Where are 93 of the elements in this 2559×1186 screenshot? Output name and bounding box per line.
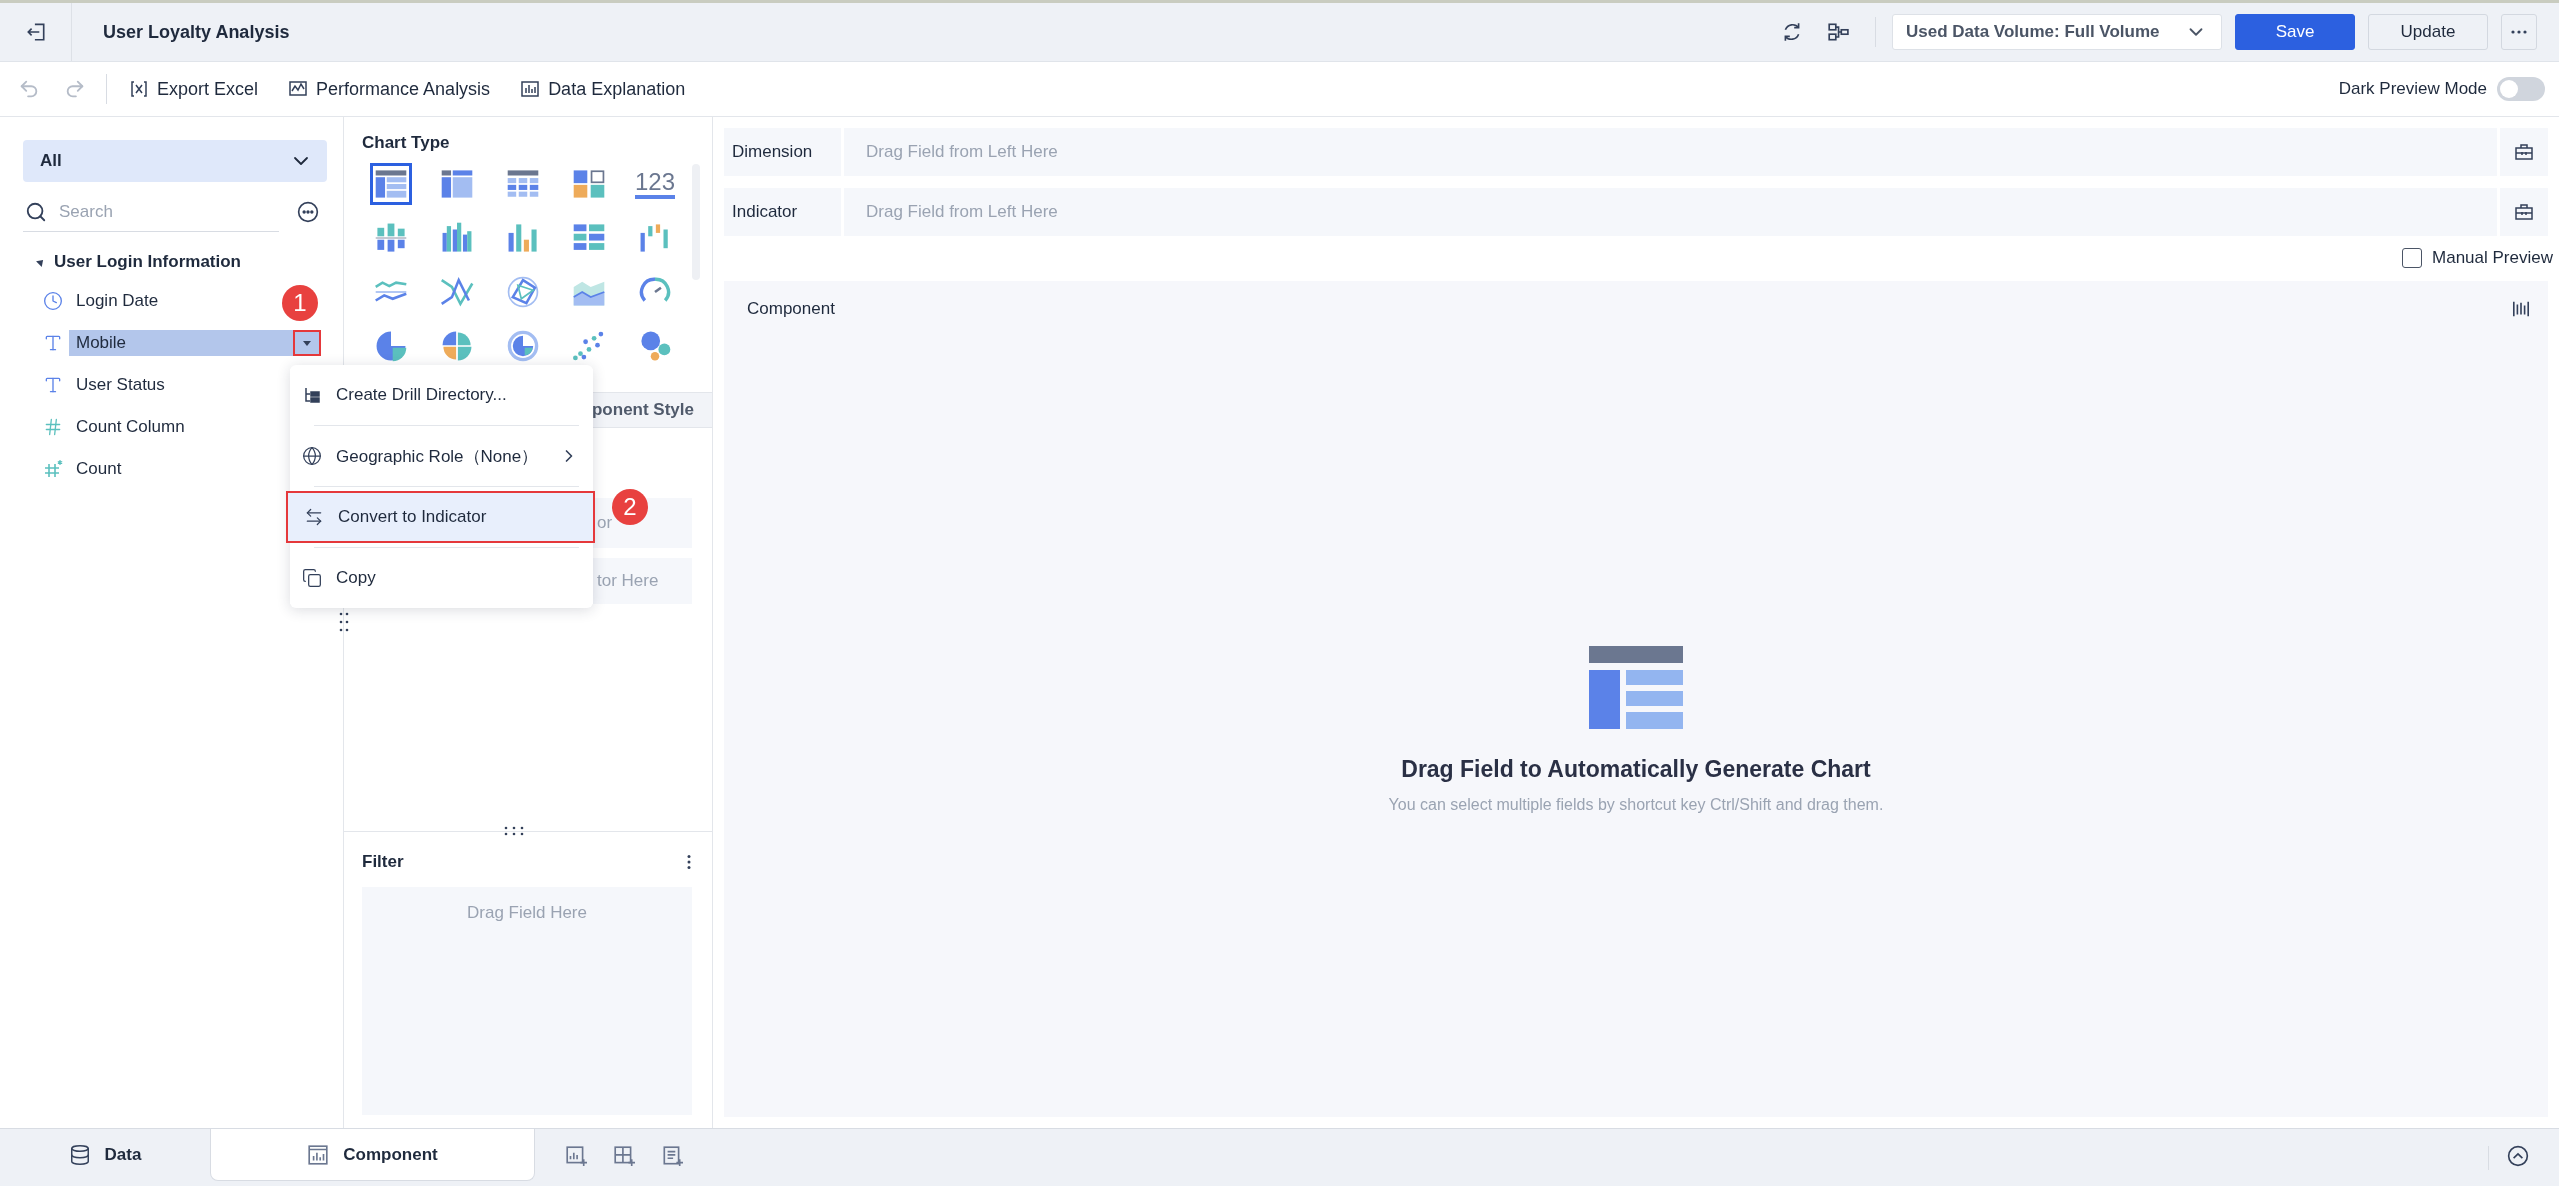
bar-chart-icon	[506, 221, 540, 255]
dark-preview-toggle[interactable]	[2497, 77, 2545, 101]
field-item[interactable]: User Status	[69, 372, 165, 398]
manual-preview-checkbox[interactable]	[2402, 248, 2423, 268]
swap-arrows-icon	[304, 507, 324, 527]
empty-state-title: Drag Field to Automatically Generate Chart	[1401, 756, 1871, 783]
resize-handle[interactable]	[503, 826, 525, 836]
text-type-icon	[43, 333, 63, 353]
clock-icon	[43, 291, 63, 311]
config-tab[interactable]: ponent Style	[592, 400, 694, 420]
ellipsis-circle-icon	[297, 201, 319, 223]
tree-icon	[302, 385, 322, 405]
redo-icon	[64, 78, 86, 100]
menu-item[interactable]: Convert to Indicator	[286, 491, 595, 543]
chart-type-option[interactable]	[370, 163, 412, 205]
text-type-icon	[43, 375, 63, 395]
step-badge: 1	[282, 285, 318, 321]
chart-type-option[interactable]: 123	[634, 163, 676, 205]
hash-asterisk-icon	[43, 459, 63, 479]
field-item[interactable]: Mobile	[69, 330, 321, 356]
menu-item[interactable]: Create Drill Directory...	[290, 369, 593, 421]
toolbox-icon	[2514, 142, 2534, 162]
more-button[interactable]	[2501, 14, 2537, 50]
stacked-bar-chart-icon	[374, 221, 408, 255]
shelf-label: Dimension	[724, 128, 841, 176]
component-settings-button[interactable]	[2512, 300, 2530, 318]
add-report-button[interactable]	[661, 1145, 683, 1167]
add-chart-button[interactable]	[565, 1145, 587, 1167]
bar-chart-icon	[520, 79, 541, 99]
search-field[interactable]: Search	[57, 200, 257, 223]
update-button[interactable]: Update	[2368, 14, 2488, 50]
pie-chart-icon	[374, 329, 408, 363]
bottom-tab[interactable]: Component	[210, 1129, 535, 1181]
toolbar-action[interactable]: Export Excel	[129, 78, 259, 100]
toolbar-action[interactable]: Data Explanation	[520, 78, 686, 100]
more-options-button[interactable]	[297, 201, 319, 223]
filter-menu-button[interactable]	[686, 854, 692, 870]
table-chart-icon	[374, 167, 408, 201]
filter-title: Filter	[362, 852, 404, 872]
shelf-label: Indicator	[724, 188, 841, 236]
database-icon	[68, 1144, 91, 1166]
collapse-button[interactable]	[2507, 1145, 2529, 1167]
dark-preview-label: Dark Preview Mode	[2338, 79, 2487, 99]
scatter-chart-icon	[572, 329, 606, 363]
field-item[interactable]: Login Date	[69, 288, 159, 314]
radar-chart-icon	[506, 275, 540, 309]
add-chart-icon	[565, 1145, 587, 1167]
globe-icon	[302, 446, 322, 466]
grouped-bar-chart-icon	[440, 221, 474, 255]
vertical-bars-icon	[2512, 300, 2530, 318]
field-menu-button[interactable]	[293, 330, 321, 356]
shelf-tool-button[interactable]	[2500, 188, 2548, 236]
component-title: Component	[747, 299, 835, 319]
add-layout-icon	[613, 1145, 635, 1167]
toolbox-icon	[2514, 202, 2534, 222]
bottom-tab[interactable]: Data	[0, 1129, 210, 1181]
field-item[interactable]: Count Column	[69, 414, 185, 440]
chart-type-title: Chart Type	[362, 132, 451, 154]
manual-preview-label: Manual Preview	[2432, 248, 2553, 268]
add-report-icon	[661, 1145, 683, 1167]
shelf-tool-button[interactable]	[2500, 128, 2548, 176]
copy-icon	[302, 568, 322, 588]
bubble-chart-icon	[638, 329, 672, 363]
cross-table-chart-icon	[440, 167, 474, 201]
menu-item[interactable]: Geographic Role（None）	[290, 430, 593, 482]
lineage-button[interactable]	[1827, 21, 1849, 43]
step-badge: 2	[612, 489, 648, 525]
add-layout-button[interactable]	[613, 1145, 635, 1167]
chevron-up-circle-icon	[2507, 1145, 2529, 1167]
undo-icon	[18, 78, 40, 100]
drop-hint: Drag Field Here	[467, 903, 587, 924]
search-icon	[25, 200, 47, 223]
scope-dropdown[interactable]: All	[23, 140, 327, 182]
field-group-label: User Login Information	[54, 252, 241, 272]
excel-icon	[129, 79, 149, 99]
empty-state-hint: You can select multiple fields by shortcut key Ctrl/Shift and drag them.	[1388, 796, 1884, 814]
data-volume-dropdown[interactable]: Used Data Volume: Full Volume	[1892, 14, 2222, 50]
line-chart-icon	[288, 79, 309, 99]
node-tree-icon	[1827, 21, 1849, 43]
toolbar-action[interactable]: Performance Analysis	[288, 78, 491, 100]
chart-window-icon	[307, 1143, 330, 1166]
field-item[interactable]: Count	[69, 456, 122, 482]
menu-item[interactable]: Copy	[290, 552, 593, 604]
save-button[interactable]: Save	[2235, 14, 2355, 50]
hash-icon	[43, 417, 63, 437]
donut-chart-icon	[506, 329, 540, 363]
rose-chart-icon	[440, 329, 474, 363]
more-icon	[2510, 29, 2528, 35]
cards-chart-icon	[572, 167, 606, 201]
resize-handle[interactable]	[339, 611, 349, 633]
report-title: User Loyalty Analysis	[103, 21, 291, 43]
vertical-dots-icon	[686, 854, 692, 870]
cross-line-chart-icon	[440, 275, 474, 309]
